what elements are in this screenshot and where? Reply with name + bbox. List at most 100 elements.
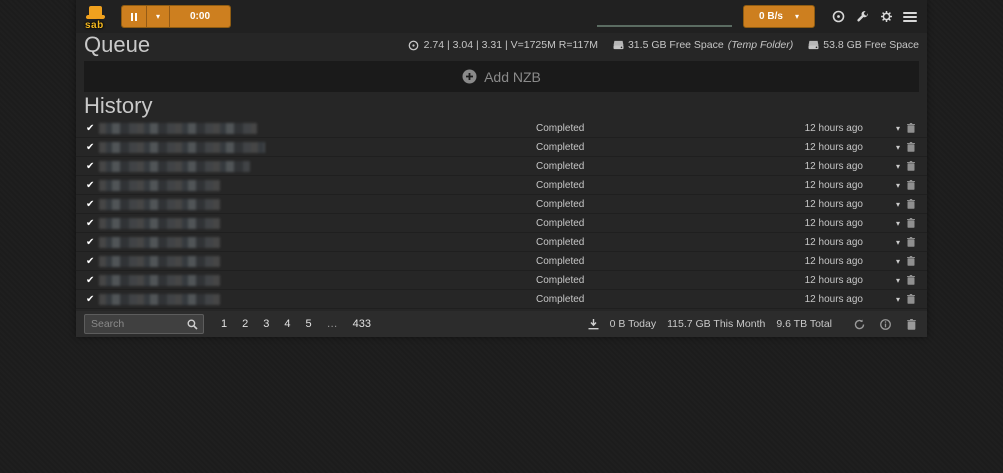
table-row: ✔ Completed 12 hours ago ▾ [76, 290, 927, 309]
status-text: Completed [536, 271, 584, 290]
delete-icon[interactable] [907, 256, 915, 266]
history-item-name[interactable] [99, 180, 220, 191]
history-item-name[interactable] [99, 161, 250, 172]
delete-icon[interactable] [907, 199, 915, 209]
page-button[interactable]: 3 [263, 318, 269, 330]
history-footer: 1 2 3 4 5 … 433 0 B Today 115.7 GB This Month … [76, 311, 927, 337]
wrench-icon[interactable] [853, 8, 871, 26]
load-icon [408, 39, 420, 51]
status-text: Completed [536, 138, 584, 157]
logo-hat-icon [89, 6, 102, 16]
pagination: 1 2 3 4 5 … 433 [221, 318, 371, 330]
chevron-down-icon[interactable]: ▾ [896, 138, 900, 157]
hdd-icon [808, 40, 819, 50]
chevron-down-icon[interactable]: ▾ [896, 195, 900, 214]
history-item-name[interactable] [99, 237, 220, 248]
search-input[interactable] [85, 318, 187, 330]
timestamp: 12 hours ago [805, 271, 863, 290]
timestamp: 12 hours ago [805, 119, 863, 138]
timestamp: 12 hours ago [805, 138, 863, 157]
delete-icon[interactable] [907, 142, 915, 152]
free-space-complete: 53.8 GB Free Space [808, 39, 919, 51]
chevron-down-icon[interactable]: ▾ [896, 214, 900, 233]
info-icon[interactable] [877, 316, 893, 332]
history-list: ✔ Completed 12 hours ago ▾ ✔ Completed 1… [76, 119, 927, 309]
stat-month: 115.7 GB This Month [667, 318, 765, 330]
check-icon: ✔ [86, 119, 94, 138]
speed-value: 0 B/s [759, 11, 783, 22]
temp-folder-note: (Temp Folder) [728, 39, 794, 51]
check-icon: ✔ [86, 176, 94, 195]
timestamp: 12 hours ago [805, 157, 863, 176]
free-space-temp: 31.5 GB Free Space (Temp Folder) [613, 39, 793, 51]
top-navbar: sab ▾ 0:00 0 B/s ▾ [76, 0, 927, 33]
history-item-name[interactable] [99, 142, 265, 153]
chevron-down-icon[interactable]: ▾ [896, 252, 900, 271]
delete-icon[interactable] [907, 123, 915, 133]
page-button[interactable]: 4 [284, 318, 290, 330]
table-row: ✔ Completed 12 hours ago ▾ [76, 252, 927, 271]
page-button[interactable]: 433 [353, 318, 371, 330]
status-text: Completed [536, 195, 584, 214]
pause-duration-dropdown[interactable]: ▾ [147, 6, 170, 27]
history-item-name[interactable] [99, 199, 220, 210]
chevron-down-icon[interactable]: ▾ [896, 119, 900, 138]
history-item-name[interactable] [99, 294, 220, 305]
delete-icon[interactable] [907, 161, 915, 171]
plus-circle-icon [462, 69, 477, 84]
page-button[interactable]: 1 [221, 318, 227, 330]
page-ellipsis: … [327, 318, 338, 330]
chevron-down-icon: ▾ [156, 13, 160, 21]
pause-timer[interactable]: 0:00 [170, 6, 230, 27]
transfer-stats: 0 B Today 115.7 GB This Month 9.6 TB Tot… [588, 316, 919, 332]
queue-header: Queue 2.74 | 3.04 | 3.31 | V=1725M R=117… [76, 33, 927, 57]
history-item-name[interactable] [99, 218, 220, 229]
add-nzb-button[interactable]: Add NZB [84, 61, 919, 92]
history-item-name[interactable] [99, 256, 220, 267]
delete-icon[interactable] [907, 237, 915, 247]
chevron-down-icon[interactable]: ▾ [896, 176, 900, 195]
pause-icon [131, 13, 137, 21]
table-row: ✔ Completed 12 hours ago ▾ [76, 119, 927, 138]
history-item-name[interactable] [99, 123, 257, 134]
status-text: Completed [536, 157, 584, 176]
chevron-down-icon[interactable]: ▾ [896, 290, 900, 309]
check-icon: ✔ [86, 233, 94, 252]
table-row: ✔ Completed 12 hours ago ▾ [76, 195, 927, 214]
timestamp: 12 hours ago [805, 252, 863, 271]
pause-control-group: ▾ 0:00 [121, 5, 231, 28]
history-item-name[interactable] [99, 275, 220, 286]
delete-icon[interactable] [907, 218, 915, 228]
gear-icon[interactable] [877, 8, 895, 26]
search-icon[interactable] [187, 319, 198, 330]
speed-limit-dropdown[interactable]: 0 B/s ▾ [743, 5, 815, 28]
check-icon: ✔ [86, 157, 94, 176]
status-text: Completed [536, 119, 584, 138]
status-icon[interactable] [829, 8, 847, 26]
queue-stats: 2.74 | 3.04 | 3.31 | V=1725M R=117M 31.5… [408, 39, 919, 51]
chevron-down-icon[interactable]: ▾ [896, 233, 900, 252]
timestamp: 12 hours ago [805, 176, 863, 195]
table-row: ✔ Completed 12 hours ago ▾ [76, 138, 927, 157]
pause-button[interactable] [122, 6, 147, 27]
page-button[interactable]: 5 [306, 318, 312, 330]
delete-icon[interactable] [907, 180, 915, 190]
refresh-icon[interactable] [851, 316, 867, 332]
delete-icon[interactable] [907, 294, 915, 304]
purge-history-icon[interactable] [903, 316, 919, 332]
check-icon: ✔ [86, 271, 94, 290]
sabnzbd-logo[interactable]: sab [84, 4, 108, 30]
timestamp: 12 hours ago [805, 233, 863, 252]
download-icon [588, 319, 599, 330]
menu-icon[interactable] [901, 8, 919, 26]
delete-icon[interactable] [907, 275, 915, 285]
table-row: ✔ Completed 12 hours ago ▾ [76, 271, 927, 290]
chevron-down-icon[interactable]: ▾ [896, 271, 900, 290]
chevron-down-icon[interactable]: ▾ [896, 157, 900, 176]
page-button[interactable]: 2 [242, 318, 248, 330]
check-icon: ✔ [86, 138, 94, 157]
status-text: Completed [536, 233, 584, 252]
system-load: 2.74 | 3.04 | 3.31 | V=1725M R=117M [408, 39, 598, 51]
chevron-down-icon: ▾ [795, 13, 799, 21]
check-icon: ✔ [86, 290, 94, 309]
